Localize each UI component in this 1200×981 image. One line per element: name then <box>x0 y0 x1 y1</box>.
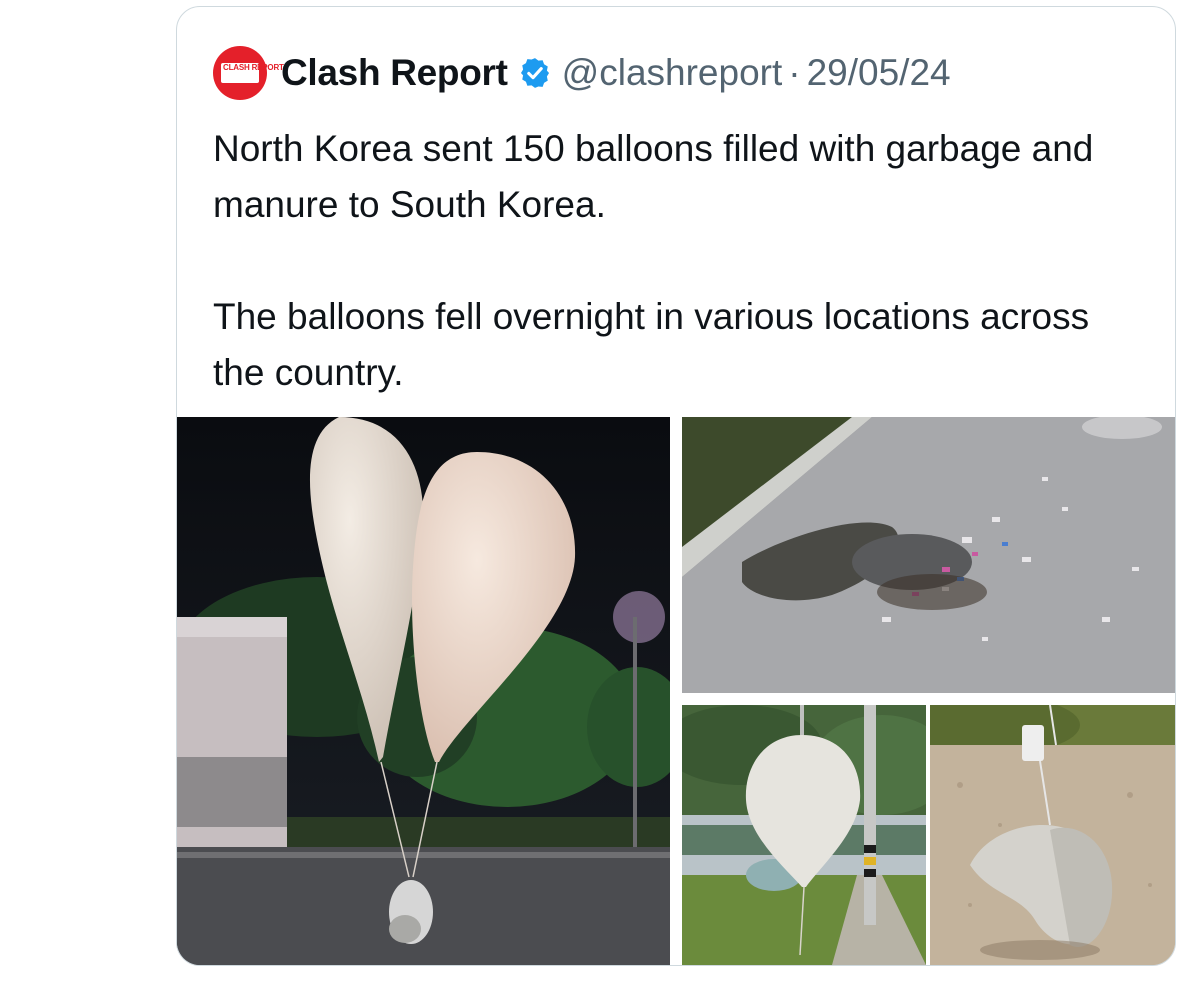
tweet-paragraph: The balloons fell overnight in various l… <box>213 296 1090 393</box>
tweet-text: North Korea sent 150 balloons filled wit… <box>213 121 1143 401</box>
tweet-header: CLASH REPORT Clash Report @clashreport ·… <box>213 45 951 101</box>
tweet-paragraph: North Korea sent 150 balloons filled wit… <box>213 128 1094 225</box>
photo-bag-on-gravel[interactable] <box>930 705 1175 965</box>
avatar-logo-text: CLASH REPORT <box>223 63 284 72</box>
display-name[interactable]: Clash Report <box>281 52 508 94</box>
tweet-card[interactable]: CLASH REPORT Clash Report @clashreport ·… <box>176 6 1176 966</box>
verified-badge-icon <box>520 58 549 88</box>
separator-dot: · <box>788 52 801 93</box>
photo-balloons-at-night[interactable] <box>177 417 670 965</box>
tweet-date[interactable]: 29/05/24 <box>807 52 951 94</box>
avatar[interactable]: CLASH REPORT <box>213 46 284 100</box>
user-handle[interactable]: @clashreport <box>562 52 783 94</box>
photo-balloon-near-pole[interactable] <box>682 705 926 965</box>
media-grid <box>177 417 1175 965</box>
photo-scattered-garbage-on-road[interactable] <box>682 417 1175 693</box>
